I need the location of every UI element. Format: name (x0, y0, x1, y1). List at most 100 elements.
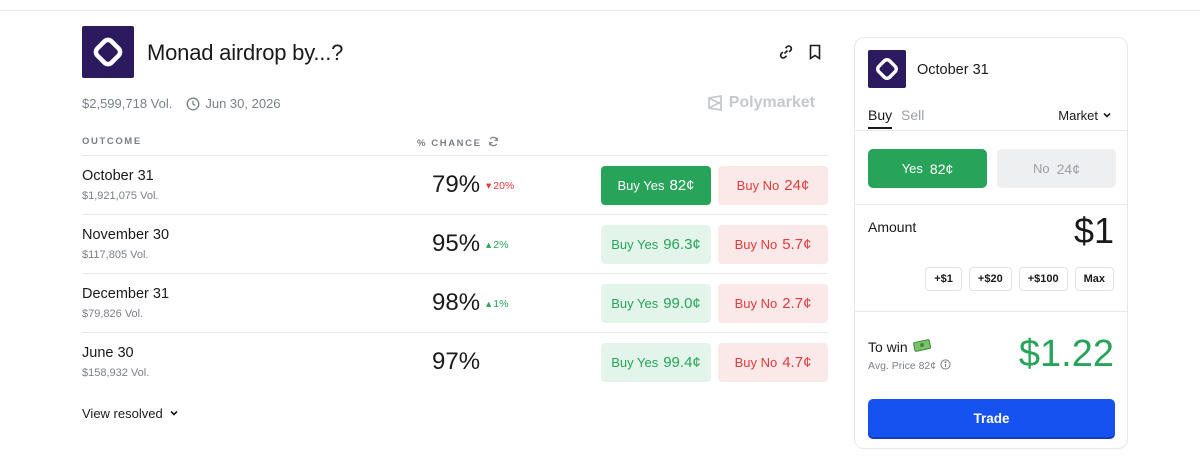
outcome-row[interactable]: October 31 $1,921,075 Vol. 79% ▾ 20% Buy… (82, 155, 828, 214)
view-resolved-link[interactable]: View resolved (82, 406, 179, 421)
top-divider (0, 10, 1200, 11)
outcome-change-value: 20% (493, 180, 515, 192)
outcome-change: ▴ 2% (486, 239, 508, 251)
buy-no-button[interactable]: Buy No 4.7¢ (718, 343, 828, 382)
tab-sell[interactable]: Sell (901, 107, 924, 123)
buy-no-price: 24¢ (784, 177, 810, 194)
to-win-label: To win (868, 338, 931, 355)
buy-no-price: 5.7¢ (782, 236, 812, 253)
buy-yes-button[interactable]: Buy Yes 99.4¢ (601, 343, 711, 382)
amount-input[interactable]: $1 (1074, 210, 1114, 252)
outcome-row[interactable]: June 30 $158,932 Vol. 97% Buy Yes 99.4¢ … (82, 332, 828, 391)
bookmark-icon[interactable] (806, 43, 824, 61)
polymarket-brand: Polymarket (707, 94, 815, 112)
outcome-chance: 97% (432, 348, 481, 375)
buy-yes-label: Buy Yes (617, 178, 665, 193)
yes-label: Yes (901, 161, 923, 176)
outcome-change-value: 1% (493, 298, 509, 310)
market-meta: $2,599,718 Vol. Jun 30, 2026 (82, 96, 281, 111)
buy-yes-label: Buy Yes (611, 355, 659, 370)
chevron-down-icon (1102, 108, 1112, 123)
market-end-date: Jun 30, 2026 (205, 96, 281, 111)
monad-logo (868, 50, 906, 88)
add-1-button[interactable]: +$1 (925, 267, 962, 291)
trade-outcome-title: October 31 (917, 62, 989, 78)
yes-outcome-button[interactable]: Yes 82¢ (868, 149, 987, 188)
outcome-chance: 98% (432, 289, 481, 316)
buy-no-label: Buy No (736, 178, 780, 193)
outcome-volume: $1,921,075 Vol. (82, 190, 159, 202)
column-header-outcome: OUTCOME (82, 136, 142, 147)
outcome-volume: $158,932 Vol. (82, 367, 150, 379)
money-icon (912, 338, 931, 355)
avg-price: Avg. Price 82¢ (868, 359, 951, 373)
buy-yes-button[interactable]: Buy Yes 99.0¢ (601, 284, 711, 323)
buy-no-price: 2.7¢ (782, 295, 812, 312)
buy-yes-price: 99.4¢ (663, 354, 701, 371)
buy-yes-price: 82¢ (669, 177, 695, 194)
market-volume: $2,599,718 Vol. (82, 96, 173, 111)
trade-button[interactable]: Trade (868, 399, 1115, 437)
refresh-icon[interactable] (488, 136, 499, 150)
no-price: 24¢ (1056, 160, 1080, 177)
buy-no-label: Buy No (734, 355, 778, 370)
buy-yes-button[interactable]: Buy Yes 82¢ (601, 166, 711, 205)
buy-no-label: Buy No (734, 237, 778, 252)
buy-yes-price: 99.0¢ (663, 295, 701, 312)
section-divider (855, 204, 1127, 205)
yes-price: 82¢ (929, 160, 954, 177)
to-win-value: $1.22 (1018, 333, 1114, 375)
buy-no-label: Buy No (734, 296, 778, 311)
outcome-row[interactable]: December 31 $79,826 Vol. 98% ▴ 1% Buy Ye… (82, 273, 828, 332)
outcome-label: November 30 (82, 227, 170, 243)
tabs-divider (855, 130, 1127, 131)
brand-name: Polymarket (728, 94, 815, 111)
to-win-text: To win (868, 338, 908, 355)
monad-logo (82, 26, 134, 78)
caret-down-icon: ▾ (486, 180, 492, 192)
no-outcome-button[interactable]: No 24¢ (997, 149, 1116, 188)
chevron-down-icon (169, 406, 179, 421)
buy-no-button[interactable]: Buy No 2.7¢ (718, 284, 828, 323)
buy-yes-label: Buy Yes (611, 296, 659, 311)
outcome-row[interactable]: November 30 $117,805 Vol. 95% ▴ 2% Buy Y… (82, 214, 828, 273)
buy-yes-label: Buy Yes (611, 237, 659, 252)
trade-card: October 31 Buy Sell Market Yes 82¢ No 24… (854, 37, 1128, 449)
add-20-button[interactable]: +$20 (968, 267, 1012, 291)
amount-chips: +$1 +$20 +$100 Max (925, 267, 1114, 291)
buy-yes-price: 96.3¢ (663, 236, 701, 253)
outcome-label: December 31 (82, 286, 170, 302)
link-icon[interactable] (777, 43, 795, 61)
buy-no-price: 4.7¢ (782, 354, 812, 371)
market-title: Monad airdrop by...? (147, 40, 344, 65)
polymarket-logo-icon (707, 94, 722, 112)
buy-no-button[interactable]: Buy No 24¢ (718, 166, 828, 205)
outcome-change-value: 2% (493, 239, 509, 251)
info-icon[interactable] (940, 359, 951, 373)
column-chance-label: % CHANCE (417, 137, 482, 149)
outcome-list: October 31 $1,921,075 Vol. 79% ▾ 20% Buy… (82, 155, 828, 391)
outcome-chance: 95% (432, 230, 481, 257)
max-button[interactable]: Max (1074, 267, 1114, 291)
section-divider (855, 311, 1127, 312)
view-resolved-label: View resolved (82, 406, 163, 421)
outcome-chance: 79% (432, 171, 481, 198)
buy-yes-button[interactable]: Buy Yes 96.3¢ (601, 225, 711, 264)
outcome-label: June 30 (82, 345, 134, 361)
no-label: No (1033, 161, 1050, 176)
column-header-chance: % CHANCE (417, 136, 499, 150)
caret-up-icon: ▴ (486, 298, 492, 310)
tab-buy[interactable]: Buy (868, 107, 893, 129)
avg-price-text: Avg. Price 82¢ (868, 360, 937, 372)
clock-icon (186, 97, 200, 111)
outcome-change: ▴ 1% (486, 298, 508, 310)
outcome-change: ▾ 20% (486, 180, 514, 192)
buy-no-button[interactable]: Buy No 5.7¢ (718, 225, 828, 264)
order-type-dropdown[interactable]: Market (1058, 108, 1112, 123)
add-100-button[interactable]: +$100 (1018, 267, 1068, 291)
order-type-label: Market (1058, 108, 1098, 123)
outcome-label: October 31 (82, 168, 154, 184)
outcome-volume: $79,826 Vol. (82, 308, 144, 320)
amount-label: Amount (868, 219, 917, 235)
caret-up-icon: ▴ (486, 239, 492, 251)
